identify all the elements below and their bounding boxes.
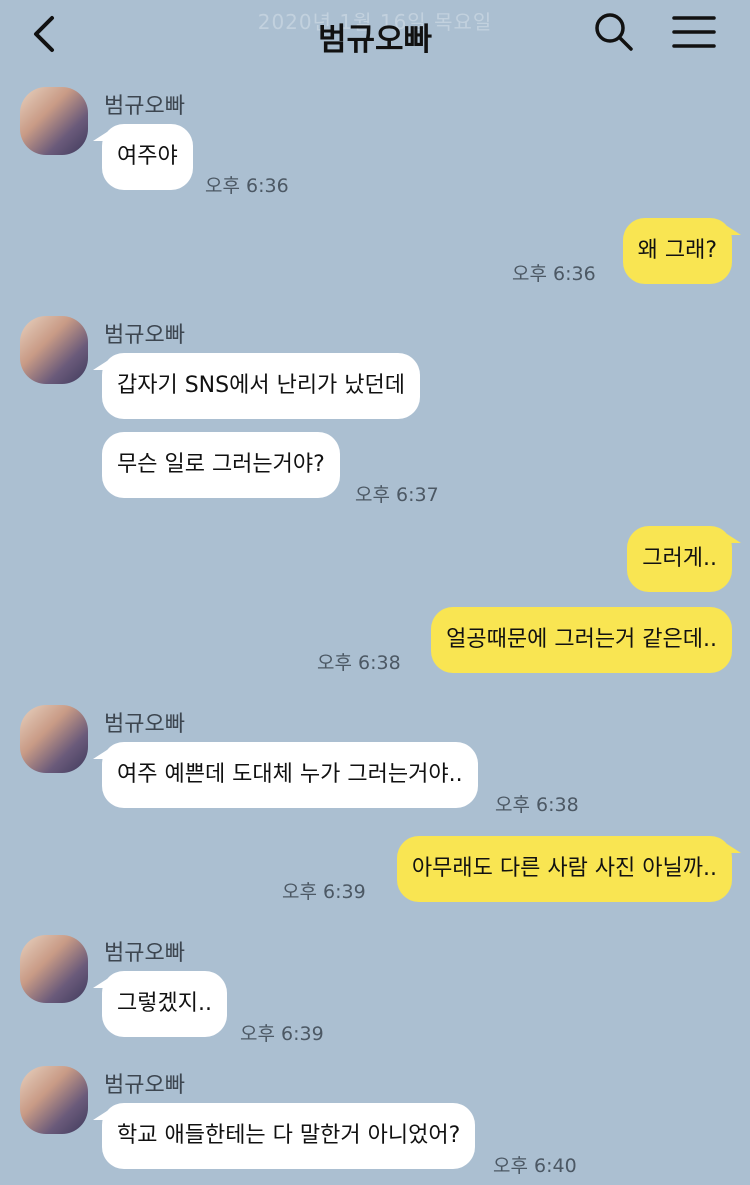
sender-name: 범규오빠 bbox=[104, 323, 185, 348]
message-bubble-incoming[interactable]: 여주야 bbox=[93, 124, 193, 190]
message-bubble-incoming[interactable]: 갑자기 SNS에서 난리가 났던데 bbox=[92, 353, 421, 419]
message-bubble-outgoing[interactable]: 그러게.. bbox=[627, 526, 741, 592]
message-time: 오후 6:40 bbox=[493, 1155, 577, 1177]
sender-name: 범규오빠 bbox=[104, 1073, 185, 1098]
sender-avatar[interactable] bbox=[20, 705, 88, 773]
message-bubble-outgoing[interactable]: 아무래도 다른 사람 사진 아닐까.. bbox=[396, 836, 742, 902]
sender-avatar[interactable] bbox=[20, 1066, 88, 1134]
message-time: 오후 6:38 bbox=[495, 794, 579, 816]
message-bubble-incoming[interactable]: 무슨 일로 그러는거야? bbox=[102, 432, 340, 498]
sender-name: 범규오빠 bbox=[104, 941, 185, 966]
message-time: 오후 6:39 bbox=[240, 1023, 324, 1045]
message-bubble-incoming[interactable]: 여주 예쁜데 도대체 누가 그러는거야.. bbox=[93, 742, 478, 808]
message-time: 오후 6:36 bbox=[205, 175, 289, 197]
chevron-left-icon bbox=[34, 16, 54, 52]
search-icon bbox=[595, 13, 633, 51]
sender-name: 범규오빠 bbox=[104, 94, 185, 119]
message-bubble-incoming[interactable]: 그렇겠지.. bbox=[93, 971, 227, 1037]
message-bubble-incoming[interactable]: 학교 애들한테는 다 말한거 아니었어? bbox=[92, 1103, 476, 1169]
message-bubble-outgoing[interactable]: 왜 그래? bbox=[622, 218, 742, 284]
message-time: 오후 6:38 bbox=[317, 652, 401, 674]
chat-header: 2020년 1월 16일 목요일 범규오빠 bbox=[0, 0, 750, 72]
message-time: 오후 6:39 bbox=[282, 881, 366, 903]
sender-name: 범규오빠 bbox=[104, 712, 185, 737]
sender-avatar[interactable] bbox=[20, 316, 88, 384]
message-time: 오후 6:37 bbox=[355, 484, 439, 506]
search-button[interactable] bbox=[592, 10, 636, 54]
message-time: 오후 6:36 bbox=[512, 263, 596, 285]
back-button[interactable] bbox=[26, 12, 66, 56]
chat-title: 범규오빠 bbox=[317, 22, 433, 58]
sender-avatar[interactable] bbox=[20, 935, 88, 1003]
hamburger-menu-icon bbox=[672, 16, 716, 48]
menu-button[interactable] bbox=[670, 12, 718, 52]
sender-avatar[interactable] bbox=[20, 87, 88, 155]
message-bubble-outgoing[interactable]: 얼공때문에 그러는거 같은데.. bbox=[431, 607, 732, 673]
